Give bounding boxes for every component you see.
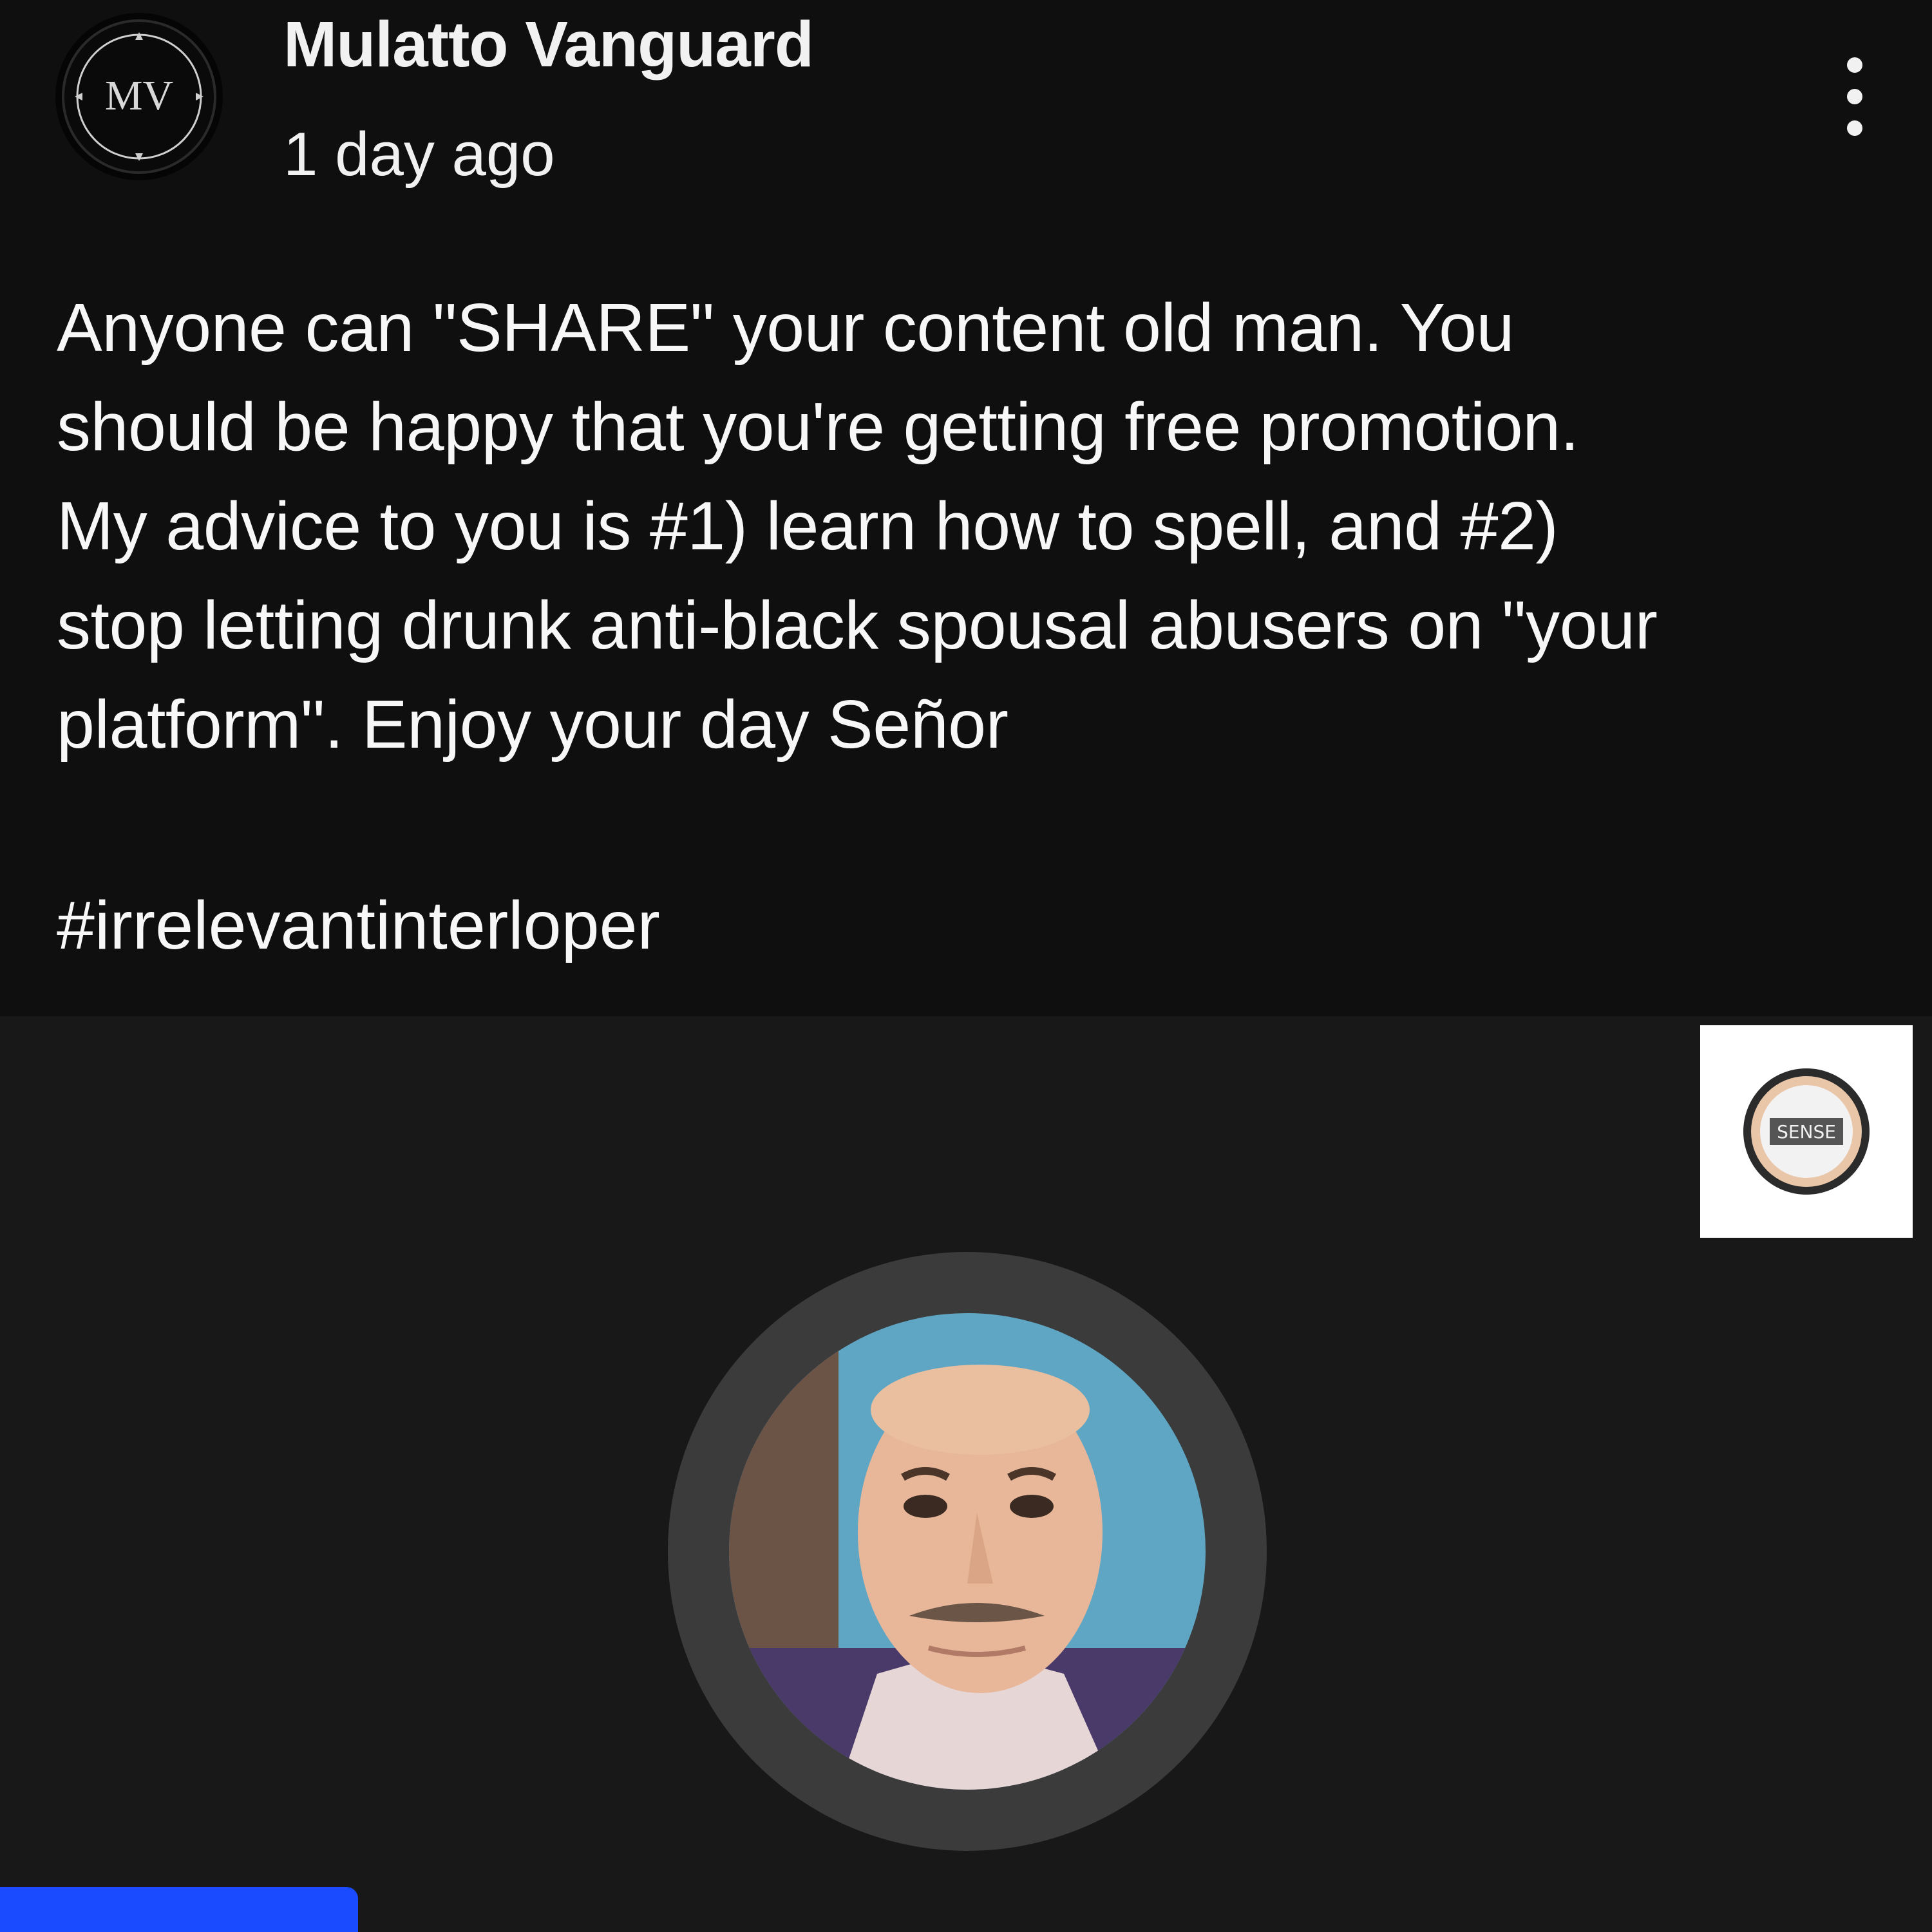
author-name[interactable]: Mulatto Vanguard [283, 8, 814, 82]
post-timestamp: 1 day ago [283, 120, 555, 189]
author-avatar[interactable]: MV [55, 13, 223, 180]
post-media-image[interactable]: SENSE [0, 1016, 1932, 1932]
channel-logo-icon: SENSE [1743, 1068, 1870, 1195]
post-body: Anyone can "SHARE" your content old man.… [57, 278, 1879, 774]
post-body-line: My advice to you is #1) learn how to spe… [57, 488, 1558, 564]
post-body-line: Anyone can "SHARE" your content old man.… [57, 290, 1515, 366]
channel-badge: SENSE [1700, 1025, 1913, 1238]
post-header: MV Mulatto Vanguard 1 day ago [0, 0, 1932, 258]
post-body-line: should be happy that you're getting free… [57, 389, 1579, 465]
portrait-photo [729, 1313, 1206, 1790]
more-vertical-icon [1847, 57, 1862, 136]
badge-text: SENSE [1777, 1121, 1836, 1142]
post-body-line: platform". Enjoy your day Señor [57, 687, 1009, 762]
portrait-frame [668, 1252, 1267, 1851]
compass-logo-icon: MV [62, 19, 216, 174]
more-options-button[interactable] [1823, 52, 1887, 142]
post-hashtag[interactable]: #irrelevantinterloper [57, 876, 660, 975]
avatar-text: MV [105, 72, 173, 119]
accent-bar [0, 1887, 358, 1932]
post-body-line: stop letting drunk anti-black spousal ab… [57, 587, 1658, 663]
